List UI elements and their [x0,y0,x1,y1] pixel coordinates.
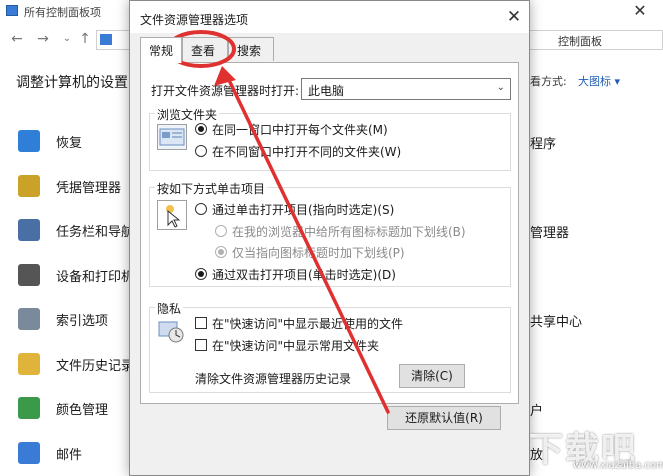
control-panel-icon [6,5,18,16]
cp-item-label: 设备和打印机 [56,269,135,285]
tab-general[interactable]: 常规 [140,37,182,63]
mail-icon [18,441,40,464]
printer-icon [18,263,40,286]
forward-arrow-icon[interactable]: → [34,30,52,48]
up-arrow-icon[interactable]: ↑ [76,30,94,48]
watermark: 下载吧 www.xiazaiba.com [525,420,663,474]
checkbox-frequent-folders[interactable] [195,339,207,351]
color-icon [18,397,40,419]
general-tab-panel: 打开文件资源管理器时打开: 此电脑 ⌄ 浏览文件夹 在同一窗口中打开每个文件夹(… [140,62,519,404]
cp-item-0[interactable]: 恢复 [18,130,128,152]
privacy-illustration-icon [157,318,187,346]
label-underline-hover[interactable]: 仅当指向图标标题时加下划线(P) [232,244,405,261]
control-panel-close-icon[interactable]: ✕ [622,0,658,22]
cp-item-5[interactable]: 文件历史记录 [18,352,134,375]
browse-folders-group: 浏览文件夹 在同一窗口中打开每个文件夹(M) 在不同窗口中打开不同的文件夹(W) [149,106,511,171]
cp-item-label: 索引选项 [56,314,109,329]
cp-item-right-2[interactable]: 共享中心 [530,311,582,330]
credential-icon [18,174,40,197]
history-chevron-icon[interactable]: ⌄ [58,30,76,48]
label-new-window[interactable]: 在不同窗口中打开不同的文件夹(W) [212,143,401,160]
chevron-down-icon: ⌄ [496,82,505,93]
cp-item-4[interactable]: 索引选项 [18,308,128,330]
cp-item-label: 任务栏和导航 [56,225,135,240]
cp-item-3[interactable]: 设备和打印机 [18,263,134,286]
open-in-label: 打开文件资源管理器时打开: [151,84,300,98]
radio-new-window[interactable] [195,145,207,157]
tab-search[interactable]: 搜索 [228,37,274,61]
dialog-titlebar: 文件资源管理器选项 ✕ [130,1,529,33]
cursor-illustration-icon [157,200,187,230]
cp-item-label: 邮件 [56,447,83,463]
address-bar-icon [100,34,112,45]
restore-defaults-button[interactable]: 还原默认值(R) [387,406,501,430]
privacy-group: 隐私 在"快速访问"中显示最近使用的文件 在"快速访问"中显示常用文件夹 清除文… [149,300,511,393]
privacy-title: 隐私 [155,300,184,317]
open-in-value: 此电脑 [308,84,345,98]
radio-single-click[interactable] [195,203,207,215]
file-history-icon [18,352,40,375]
click-items-title: 按如下方式单击项目 [155,180,268,197]
cp-item-right-3[interactable]: 户 [530,400,543,419]
open-in-select[interactable]: 此电脑 ⌄ [301,78,511,100]
radio-double-click[interactable] [195,268,207,280]
cp-item-6[interactable]: 颜色管理 [18,397,128,419]
radio-same-window[interactable] [195,123,207,135]
cp-item-label: 文件历史记录 [56,358,135,374]
cp-item-1[interactable]: 凭据管理器 [18,174,128,197]
folder-options-dialog: 文件资源管理器选项 ✕ 常规 查看 搜索 打开文件资源管理器时打开: 此电脑 ⌄… [129,0,530,476]
radio-underline-hover[interactable] [215,246,227,258]
clear-history-label: 清除文件资源管理器历史记录 [195,372,352,386]
control-panel-heading: 调整计算机的设置 [16,75,128,91]
clear-button[interactable]: 清除(C) [399,364,465,388]
watermark-url: www.xiazaiba.com [573,460,663,471]
tab-view[interactable]: 查看 [182,37,228,61]
address-bar-text: 控制面板 [558,35,602,48]
label-frequent-folders[interactable]: 在"快速访问"中显示常用文件夹 [212,337,379,354]
browse-folders-illustration-icon [157,124,187,150]
checkbox-recent-files[interactable] [195,317,207,329]
cp-item-label: 恢复 [56,136,83,151]
label-single-click[interactable]: 通过单击打开项目(指向时选定)(S) [212,201,394,218]
taskbar-icon [18,219,40,241]
control-panel-title: 所有控制面板项 [24,6,101,19]
dialog-title: 文件资源管理器选项 [140,13,249,27]
view-by-label: 看方式: [530,75,567,88]
click-items-group: 按如下方式单击项目 通过单击打开项目(指向时选定)(S) 在我的浏览器中给所有图… [149,180,511,287]
view-by-dropdown[interactable]: 大图标 ▾ [578,73,620,89]
cp-item-7[interactable]: 邮件 [18,441,128,464]
indexing-icon [18,308,40,330]
label-underline-always[interactable]: 在我的浏览器中给所有图标标题加下划线(B) [232,223,466,240]
back-arrow-icon[interactable]: ← [8,30,26,48]
browse-folders-title: 浏览文件夹 [155,106,220,123]
dialog-close-icon[interactable]: ✕ [503,7,525,29]
radio-underline-always[interactable] [215,225,227,237]
cp-item-2[interactable]: 任务栏和导航 [18,219,134,241]
label-same-window[interactable]: 在同一窗口中打开每个文件夹(M) [212,121,388,138]
cp-item-right-0[interactable]: 程序 [530,133,556,152]
label-double-click[interactable]: 通过双击打开项目(单击时选定)(D) [212,266,396,283]
cp-item-label: 凭据管理器 [56,180,122,196]
label-recent-files[interactable]: 在"快速访问"中显示最近使用的文件 [212,315,403,332]
recovery-icon [18,130,40,152]
cp-item-label: 颜色管理 [56,403,109,418]
cp-item-right-1[interactable]: 管理器 [530,222,569,241]
